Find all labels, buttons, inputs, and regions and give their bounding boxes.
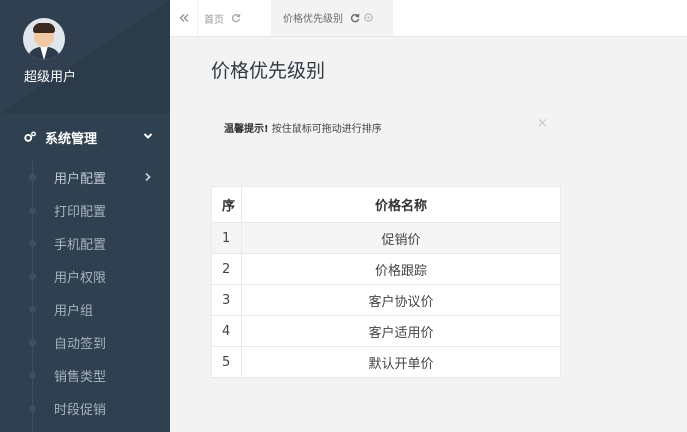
- sidebar-item-sales-type[interactable]: 销售类型: [0, 359, 170, 392]
- row-no: 3: [211, 284, 242, 316]
- bullet-icon: [29, 372, 36, 379]
- table-row[interactable]: 3 客户协议价: [211, 284, 561, 316]
- sidebar-item-label: 用户权限: [54, 271, 107, 286]
- menu-title: 系统管理: [45, 131, 98, 147]
- sidebar-item-time-promotion[interactable]: 时段促销: [0, 392, 170, 425]
- refresh-icon[interactable]: [231, 13, 241, 23]
- tab-bar: 首页 价格优先级别: [170, 0, 687, 37]
- sidebar: 超级用户 系统管理 用户配置 打印配置 手机配置 用户权限 用户组 自动签到 销…: [0, 0, 170, 432]
- sidebar-item-label: 自动签到: [54, 337, 107, 352]
- table-row[interactable]: 2 价格跟踪: [211, 253, 561, 285]
- sidebar-item-user-group[interactable]: 用户组: [0, 293, 170, 326]
- sidebar-item-label: 手机配置: [54, 238, 107, 253]
- tab-home[interactable]: 首页: [204, 0, 241, 36]
- close-circle-icon[interactable]: [364, 13, 373, 22]
- sidebar-item-mobile-config[interactable]: 手机配置: [0, 227, 170, 260]
- row-name: 默认开单价: [241, 346, 561, 378]
- submenu: 用户配置 打印配置 手机配置 用户权限 用户组 自动签到 销售类型 时段促销: [0, 161, 170, 432]
- column-header-name: 价格名称: [241, 186, 561, 223]
- bullet-icon: [29, 339, 36, 346]
- sidebar-item-auto-checkin[interactable]: 自动签到: [0, 326, 170, 359]
- avatar[interactable]: [23, 18, 65, 60]
- sidebar-item-user-config[interactable]: 用户配置: [0, 161, 170, 194]
- menu-system-management[interactable]: 系统管理: [0, 120, 170, 154]
- bullet-icon: [29, 174, 36, 181]
- tab-label: 首页: [204, 14, 224, 26]
- chevron-right-icon: [145, 172, 151, 182]
- sidebar-item-user-permission[interactable]: 用户权限: [0, 260, 170, 293]
- row-name: 价格跟踪: [241, 253, 561, 285]
- sidebar-item-label: 时段促销: [54, 403, 107, 418]
- sidebar-item-label: 用户配置: [54, 172, 107, 187]
- tab-price-priority[interactable]: 价格优先级别: [271, 0, 393, 36]
- bullet-icon: [29, 240, 36, 247]
- table-row[interactable]: 1 促销价: [211, 222, 561, 254]
- notice-text: 温馨提示! 按住鼠标可拖动进行排序: [224, 120, 382, 135]
- row-no: 2: [211, 253, 242, 285]
- row-no: 1: [211, 222, 242, 254]
- sidebar-item-label: 用户组: [54, 304, 94, 319]
- bullet-icon: [29, 405, 36, 412]
- price-priority-table: 序 价格名称 1 促销价 2 价格跟踪 3 客户协议价 4 客户适用价 5 默认…: [211, 186, 561, 378]
- table-row[interactable]: 5 默认开单价: [211, 346, 561, 378]
- tab-scroll-left-button[interactable]: [170, 0, 198, 36]
- row-name: 促销价: [241, 222, 561, 254]
- sidebar-item-print-config[interactable]: 打印配置: [0, 194, 170, 227]
- bullet-icon: [29, 306, 36, 313]
- column-header-no: 序: [211, 186, 242, 223]
- row-no: 4: [211, 315, 242, 347]
- table-row[interactable]: 4 客户适用价: [211, 315, 561, 347]
- sidebar-item-label: 销售类型: [54, 370, 107, 385]
- bullet-icon: [29, 207, 36, 214]
- user-name[interactable]: 超级用户: [24, 66, 76, 85]
- row-name: 客户协议价: [241, 284, 561, 316]
- double-chevron-left-icon: [178, 13, 189, 23]
- notice-alert: 温馨提示! 按住鼠标可拖动进行排序 ×: [211, 109, 561, 143]
- notice-message: 按住鼠标可拖动进行排序: [268, 124, 382, 135]
- close-icon[interactable]: ×: [537, 116, 548, 131]
- tab-label: 价格优先级别: [283, 14, 343, 25]
- refresh-icon[interactable]: [350, 13, 360, 23]
- table-header-row: 序 价格名称: [211, 186, 561, 223]
- sidebar-item-label: 打印配置: [54, 205, 107, 220]
- chevron-down-icon: [143, 133, 153, 139]
- row-name: 客户适用价: [241, 315, 561, 347]
- page-title: 价格优先级别: [211, 60, 326, 82]
- notice-strong: 温馨提示!: [224, 124, 269, 135]
- bullet-icon: [29, 273, 36, 280]
- user-profile: 超级用户: [0, 0, 170, 113]
- row-no: 5: [211, 346, 242, 378]
- gears-icon: [24, 131, 36, 142]
